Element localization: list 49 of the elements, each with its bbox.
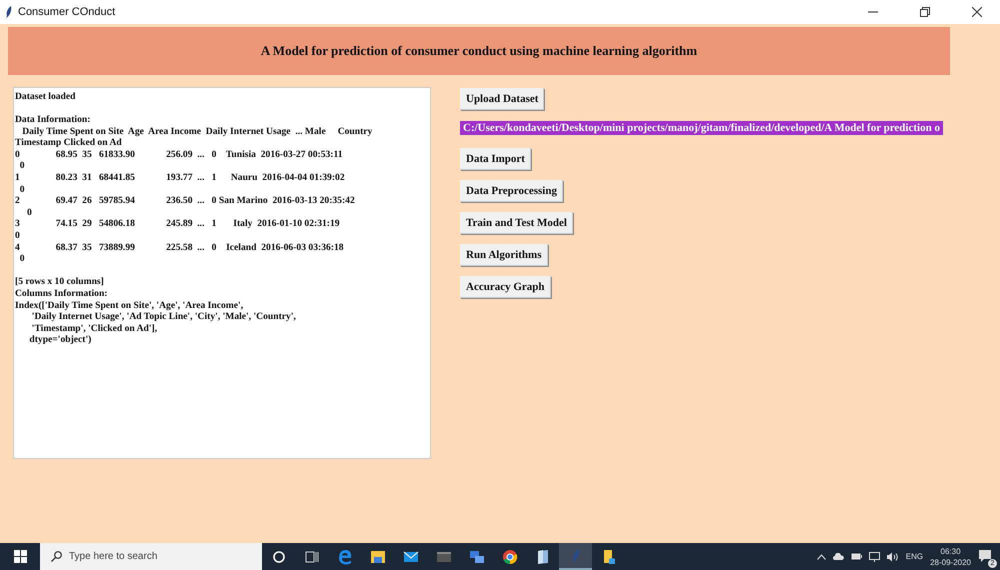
edge-icon (336, 548, 352, 564)
output-line: 0 (18, 253, 26, 265)
speaker-icon[interactable] (886, 552, 899, 562)
mail-icon (402, 548, 418, 564)
output-line: 'Daily Internet Usage', 'Ad Topic Line', 'City', 'Male', 'Country', (30, 311, 297, 323)
output-line: 0 (26, 206, 33, 218)
restore-icon[interactable] (920, 7, 930, 17)
output-line: 1 80.23 31 68441.85 193.77 ... 1 Nauru 2016-04-04 01:39:02 (15, 172, 346, 184)
output-line: 2 69.47 26 59785.94 236.50 ... 0 San Marino 2016-03-13 20:35:42 (15, 195, 356, 207)
output-line: Index(['Daily Time Spent on Site', 'Age', 'Area Income', (15, 300, 244, 312)
task-view-icon (304, 548, 320, 564)
output-line: 0 (18, 160, 26, 172)
header-title: A Model for prediction of consumer conduct using machine learning algorithm (260, 43, 698, 59)
search-icon (51, 551, 62, 562)
window-title: Consumer COnduct (18, 6, 116, 18)
remote-desktop-icon (468, 548, 484, 564)
cloud-icon[interactable] (832, 553, 844, 560)
output-line: Data Information: (15, 114, 92, 126)
action-button[interactable]: Upload Dataset (460, 88, 544, 110)
battery-icon[interactable] (850, 553, 862, 560)
feather-icon (6, 6, 12, 18)
output-line: [5 rows x 10 columns] (15, 276, 105, 288)
output-line: 0 68.95 35 61833.90 256.09 ... 0 Tunisia 2016-03-27 00:53:11 (15, 148, 344, 160)
output-line: 0 (20, 184, 26, 196)
output-line: 'Timestamp', 'Clicked on Ad'], (30, 322, 158, 334)
output-line: Dataset loaded (15, 91, 76, 103)
file-path-label: C:/Users/kondaveeti/Desktop/mini projects/manoj/gitam/finalized/developed/A Model for prediction o (460, 121, 943, 135)
clock[interactable]: 06:30 28-09-2020 (930, 546, 971, 568)
chevron-up-icon[interactable] (816, 554, 826, 560)
cortana-icon (270, 548, 286, 564)
output-line: 4 68.37 35 73889.99 225.58 ... 0 Iceland 2016-06-03 03:36:18 (15, 242, 345, 254)
network-icon[interactable] (868, 552, 880, 562)
output-line: Timestamp Clicked on Ad (15, 137, 123, 149)
output-line: 3 74.15 29 54806.18 245.89 ... 1 Italy 2016-01-10 02:31:19 (15, 218, 341, 230)
output-line: Daily Time Spent on Site Age Area Income Daily Internet Usage ... Male Country (21, 126, 374, 138)
close-icon[interactable] (972, 7, 982, 17)
action-button[interactable]: Train and Test Model (460, 212, 573, 234)
search-field[interactable]: Type here to search (40, 543, 262, 570)
output-line: dtype='object') (28, 334, 92, 346)
output-line: Columns Information: (15, 288, 108, 300)
chrome-icon (502, 548, 518, 564)
action-button[interactable]: Run Algorithms (460, 244, 548, 266)
folder-icon (370, 548, 386, 564)
action-button[interactable]: Data Preprocessing (460, 180, 563, 202)
action-button[interactable]: Accuracy Graph (460, 276, 551, 298)
action-button[interactable]: Data Import (460, 148, 531, 170)
windows-start-icon[interactable] (14, 550, 26, 563)
language-indicator[interactable]: ENG (906, 552, 924, 561)
output-line: 0 (15, 230, 21, 242)
